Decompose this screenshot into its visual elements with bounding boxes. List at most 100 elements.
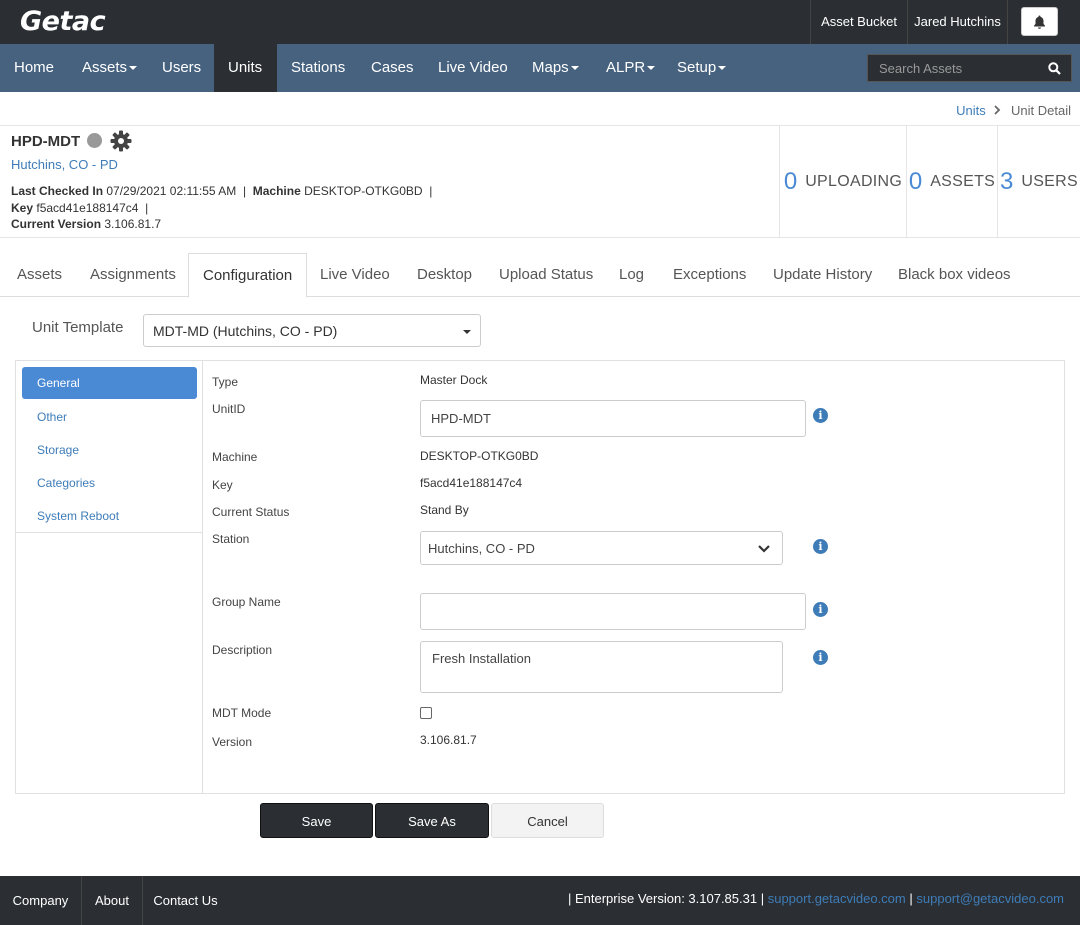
current-version-label: Current Version [11, 217, 102, 231]
footer: Company About Contact Us | Enterprise Ve… [0, 876, 1080, 925]
unitid-input-value: HPD-MDT [431, 411, 491, 426]
type-value: Master Dock [420, 373, 488, 387]
machine-label: Machine [252, 184, 301, 198]
notifications-button[interactable] [1021, 7, 1058, 36]
description-value: Fresh Installation [432, 651, 531, 666]
nav-alpr[interactable]: ALPR [592, 44, 669, 92]
asset-bucket-link[interactable]: Asset Bucket [810, 0, 907, 44]
nav-assets[interactable]: Assets [68, 44, 151, 92]
station-select[interactable]: Hutchins, CO - PD [420, 531, 783, 565]
nav-cases[interactable]: Cases [357, 44, 428, 92]
last-checked-label: Last Checked In [11, 184, 104, 198]
info-icon[interactable]: i [813, 539, 828, 554]
top-bar: Getac Asset Bucket Jared Hutchins [0, 0, 1080, 69]
machine-label: Machine [212, 450, 258, 464]
current-version-value: 3.106.81.7 [104, 217, 162, 231]
stat-label: USERS [1021, 172, 1078, 190]
info-icon[interactable]: i [813, 408, 828, 423]
gear-icon[interactable] [110, 130, 132, 152]
last-checked-value: 07/29/2021 02:11:55 AM [106, 184, 237, 198]
nav-assets-label: Assets [82, 59, 128, 76]
sidebar-item-storage[interactable]: Storage [22, 434, 197, 466]
nav-setup[interactable]: Setup [663, 44, 740, 92]
type-label: Type [212, 375, 239, 389]
nav-home[interactable]: Home [0, 44, 68, 92]
unit-template-select[interactable]: MDT-MD (Hutchins, CO - PD) [143, 314, 481, 347]
nav-live-video[interactable]: Live Video [424, 44, 522, 92]
tab-log[interactable]: Log [605, 253, 658, 297]
getac-logo[interactable]: Getac [20, 6, 106, 37]
tab-live-video[interactable]: Live Video [306, 253, 404, 297]
caret-down-icon [129, 66, 138, 71]
user-name: Jared Hutchins [914, 14, 1001, 29]
chevron-right-icon [994, 105, 1001, 115]
version-label: Version [212, 735, 253, 749]
search-box [867, 54, 1072, 82]
user-menu[interactable]: Jared Hutchins [907, 0, 1007, 69]
divider [0, 237, 1080, 238]
machine-value: DESKTOP-OTKG0BD [304, 184, 423, 198]
sidebar-item-categories[interactable]: Categories [22, 467, 197, 499]
stat-uploading[interactable]: 0 UPLOADING [779, 126, 906, 237]
footer-contact-link[interactable]: Contact Us [142, 876, 228, 925]
key-label: Key [212, 478, 233, 492]
save-as-button[interactable]: Save As [375, 803, 489, 838]
version-value: 3.106.81.7 [420, 733, 477, 747]
tab-black-box-videos[interactable]: Black box videos [884, 253, 1025, 297]
mdt-mode-checkbox[interactable] [420, 707, 432, 719]
stat-label: ASSETS [930, 172, 996, 190]
stat-count: 0 [783, 167, 798, 195]
sidebar-item-other[interactable]: Other [22, 401, 197, 433]
group-name-input[interactable] [420, 593, 806, 630]
tab-desktop[interactable]: Desktop [403, 253, 486, 297]
config-sidebar-list: General Other Storage Categories System … [16, 361, 202, 533]
tab-assignments[interactable]: Assignments [76, 253, 190, 297]
status-dot-icon [87, 133, 102, 148]
current-status-label: Current Status [212, 505, 290, 519]
chevron-down-icon [758, 545, 770, 553]
separator: | [145, 201, 149, 215]
tab-assets[interactable]: Assets [3, 253, 76, 297]
breadcrumb-units-link[interactable]: Units [956, 103, 986, 118]
support-site-link[interactable]: support.getacvideo.com [768, 891, 906, 906]
unit-meta-line-2: Key f5acd41e188147c4 | [11, 201, 148, 215]
unit-station-link[interactable]: Hutchins, CO - PD [11, 157, 118, 172]
footer-about-link[interactable]: About [81, 876, 142, 925]
tab-upload-status[interactable]: Upload Status [485, 253, 607, 297]
current-status-value: Stand By [420, 503, 469, 517]
support-email-link[interactable]: support@getacvideo.com [916, 891, 1064, 906]
unit-name: HPD-MDT [11, 133, 81, 150]
tab-exceptions[interactable]: Exceptions [659, 253, 760, 297]
nav-maps[interactable]: Maps [518, 44, 593, 92]
group-name-label: Group Name [212, 595, 281, 609]
stat-assets[interactable]: 0 ASSETS [906, 126, 997, 237]
stat-count: 0 [908, 167, 923, 195]
sidebar-item-system-reboot[interactable]: System Reboot [22, 500, 197, 532]
unit-stats: 0 UPLOADING 0 ASSETS 3 USERS [779, 126, 1080, 237]
search-input[interactable] [868, 55, 1038, 81]
caret-down-icon [647, 66, 656, 71]
description-textarea[interactable]: Fresh Installation [420, 641, 783, 693]
unit-meta-line-3: Current Version 3.106.81.7 [11, 217, 161, 231]
unitid-input[interactable]: HPD-MDT [420, 400, 806, 437]
stat-users[interactable]: 3 USERS [997, 126, 1080, 237]
caret-down-icon [570, 66, 579, 71]
unit-template-value: MDT-MD (Hutchins, CO - PD) [153, 323, 338, 339]
cancel-button[interactable]: Cancel [491, 803, 604, 838]
info-icon[interactable]: i [813, 602, 828, 617]
nav-stations[interactable]: Stations [277, 44, 359, 92]
unit-template-label: Unit Template [32, 319, 124, 336]
nav-units[interactable]: Units [214, 44, 277, 92]
footer-company-link[interactable]: Company [0, 876, 81, 925]
key-value: f5acd41e188147c4 [36, 201, 139, 215]
nav-users[interactable]: Users [148, 44, 215, 92]
tab-configuration[interactable]: Configuration [188, 253, 308, 298]
save-button[interactable]: Save [260, 803, 373, 838]
caret-down-icon [718, 66, 727, 71]
sidebar-item-general[interactable]: General [22, 367, 197, 399]
tab-update-history[interactable]: Update History [759, 253, 886, 297]
unit-meta-line-1: Last Checked In 07/29/2021 02:11:55 AM |… [11, 184, 432, 198]
info-icon[interactable]: i [813, 650, 828, 665]
station-label: Station [212, 532, 250, 546]
search-button[interactable] [1037, 55, 1071, 81]
